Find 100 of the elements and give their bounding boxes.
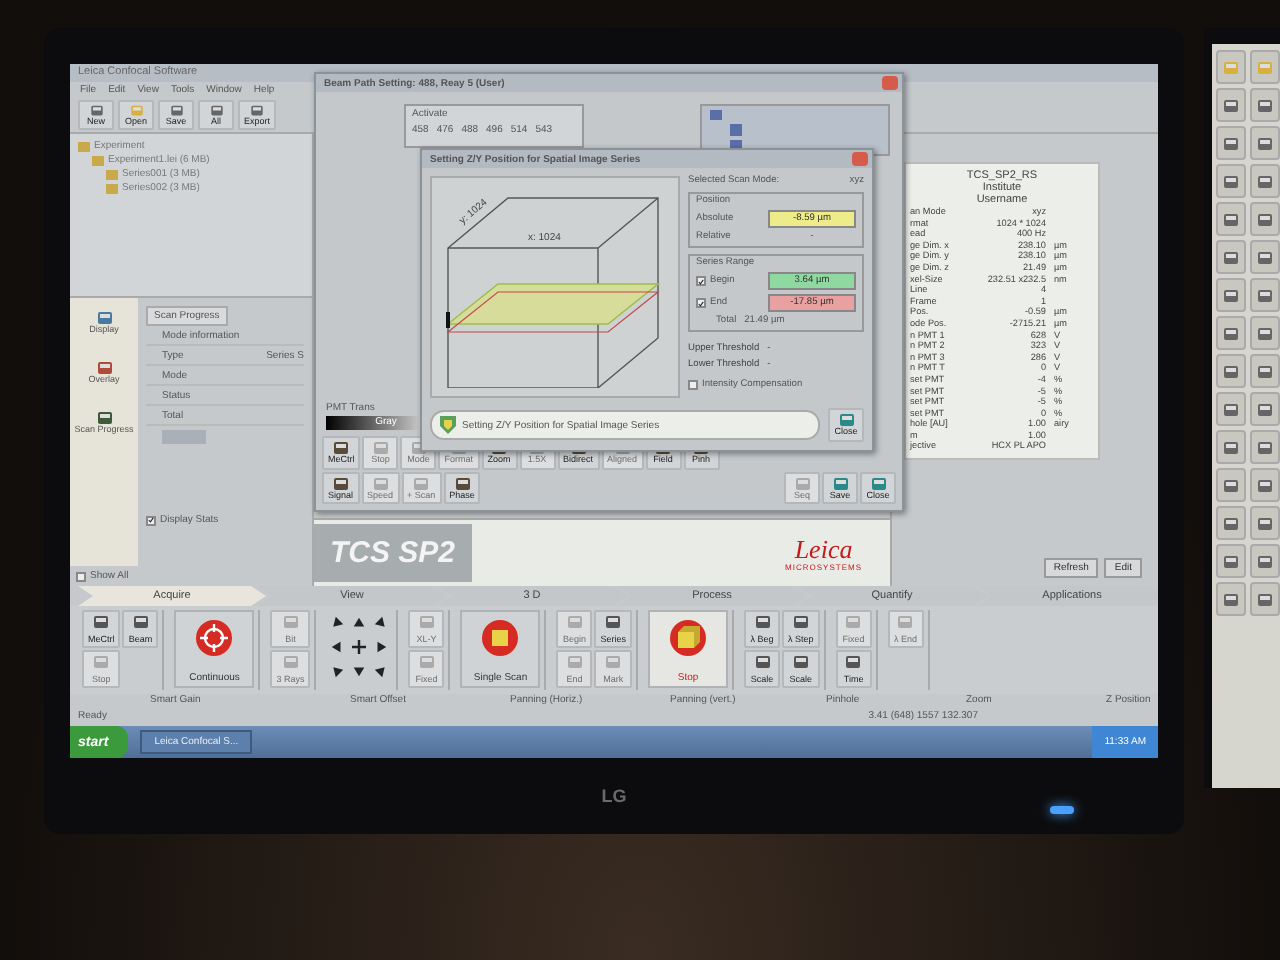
square-icon	[1222, 515, 1240, 531]
checkbox[interactable]	[688, 380, 698, 390]
square-icon	[1256, 401, 1274, 417]
cube-icon	[668, 618, 709, 658]
square-icon	[1222, 477, 1240, 493]
tool-icon	[604, 614, 623, 630]
tool-icon[interactable]	[1216, 164, 1246, 198]
square-icon	[1256, 173, 1274, 189]
square-icon	[1222, 553, 1240, 569]
tool-icon[interactable]	[1250, 582, 1280, 616]
checkbox[interactable]	[76, 571, 86, 581]
tool-icon[interactable]	[1216, 354, 1246, 388]
tool-icon[interactable]	[1250, 88, 1280, 122]
tool-icon[interactable]	[1216, 88, 1246, 122]
tool-icon	[95, 310, 113, 326]
tool-icon	[793, 475, 811, 491]
tool-icon	[565, 654, 584, 670]
tool-icon[interactable]	[1216, 316, 1246, 350]
square-icon	[1222, 173, 1240, 189]
square-icon	[1256, 363, 1274, 379]
tool-icon[interactable]	[1250, 164, 1280, 198]
square-icon	[1256, 211, 1274, 227]
square-icon	[1222, 325, 1240, 341]
tool-icon[interactable]	[1216, 240, 1246, 274]
tool-icon	[565, 614, 584, 630]
tool-icon[interactable]	[1250, 506, 1280, 540]
square-icon	[1222, 135, 1240, 151]
tool-icon[interactable]	[1216, 506, 1246, 540]
checkbox-icon[interactable]	[730, 124, 742, 136]
square-icon	[1256, 439, 1274, 455]
square-icon	[1222, 591, 1240, 607]
tool-icon	[281, 614, 300, 630]
square-icon	[1256, 287, 1274, 303]
tool-icon[interactable]	[1250, 240, 1280, 274]
tool-icon	[92, 654, 111, 670]
square-icon	[1222, 363, 1240, 379]
tool-icon[interactable]	[1216, 544, 1246, 578]
square-icon	[1222, 211, 1240, 227]
tool-icon[interactable]	[1216, 278, 1246, 312]
tool-icon	[95, 409, 113, 426]
square-icon	[1256, 325, 1274, 341]
square-icon	[1222, 439, 1240, 455]
square-icon	[1222, 401, 1240, 417]
square-icon	[1256, 553, 1274, 569]
tool-icon	[453, 475, 472, 491]
crosshair-icon[interactable]	[352, 639, 367, 653]
tool-icon	[831, 475, 849, 491]
tool-icon[interactable]	[1250, 126, 1280, 160]
square-icon	[1256, 515, 1274, 531]
toolbar-icon	[207, 104, 225, 117]
record-icon	[480, 618, 521, 658]
tool-icon[interactable]	[1216, 468, 1246, 502]
tool-icon[interactable]	[1250, 202, 1280, 236]
square-icon	[1256, 97, 1274, 113]
tool-icon	[417, 614, 436, 630]
square-icon	[1256, 249, 1274, 265]
shield-icon	[440, 416, 456, 434]
color-swatch	[162, 430, 206, 444]
square-icon	[1256, 591, 1274, 607]
brand-logo: LG	[601, 786, 627, 806]
tool-icon	[869, 475, 887, 491]
tool-icon	[896, 614, 915, 630]
tool-icon[interactable]	[1250, 544, 1280, 578]
square-icon	[1222, 97, 1240, 113]
tool-icon[interactable]	[1250, 278, 1280, 312]
toolbar-icon	[87, 104, 105, 117]
tool-icon[interactable]	[1250, 316, 1280, 350]
toolbar-icon	[127, 104, 145, 117]
toolbar-icon	[248, 104, 266, 117]
brand-logo: Leica	[794, 535, 853, 561]
tool-icon[interactable]	[1250, 468, 1280, 502]
checkbox[interactable]	[146, 515, 156, 525]
checkbox[interactable]	[696, 298, 706, 308]
target-icon	[194, 618, 235, 658]
tool-icon[interactable]	[1216, 202, 1246, 236]
tool-icon	[95, 359, 113, 376]
product-logo: TCS SP2	[314, 524, 472, 582]
power-light	[1050, 806, 1075, 814]
square-icon	[1256, 59, 1274, 75]
tool-icon[interactable]	[1250, 392, 1280, 426]
square-icon	[1222, 59, 1240, 75]
checkbox[interactable]	[696, 276, 706, 286]
tool-icon[interactable]	[1250, 430, 1280, 464]
tool-icon[interactable]	[1216, 126, 1246, 160]
square-icon	[1256, 477, 1274, 493]
checkbox-icon[interactable]	[710, 110, 722, 121]
tool-icon[interactable]	[1216, 582, 1246, 616]
tool-icon[interactable]	[1216, 392, 1246, 426]
door-icon	[837, 412, 855, 429]
tool-icon	[844, 614, 863, 630]
tool-icon	[417, 654, 436, 670]
tool-icon	[604, 654, 623, 670]
square-icon	[1222, 287, 1240, 303]
tool-icon[interactable]	[1250, 354, 1280, 388]
toolbar-icon	[167, 104, 185, 117]
tool-icon	[281, 654, 300, 670]
square-icon	[1222, 249, 1240, 265]
tool-icon[interactable]	[1216, 430, 1246, 464]
tool-icon	[92, 614, 111, 630]
tool-icon	[844, 654, 863, 670]
